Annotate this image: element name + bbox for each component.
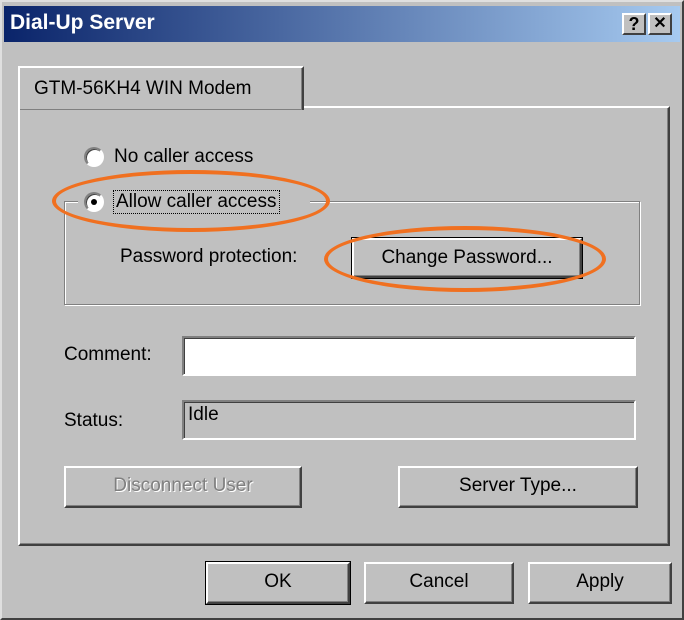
no-caller-access-label[interactable]: No caller access bbox=[114, 146, 253, 168]
ok-button[interactable]: OK bbox=[205, 561, 351, 605]
close-button[interactable]: ✕ bbox=[648, 13, 672, 35]
tab-modem-label: GTM-56KH4 WIN Modem bbox=[34, 78, 252, 99]
annotation-oval-change-password bbox=[324, 226, 606, 292]
dial-up-server-dialog: Dial-Up Server ? ✕ GTM-56KH4 WIN Modem N… bbox=[0, 0, 684, 620]
server-type-button[interactable]: Server Type... bbox=[398, 466, 638, 508]
title-bar[interactable]: Dial-Up Server ? ✕ bbox=[4, 6, 680, 42]
annotation-oval-allow-access bbox=[52, 170, 330, 232]
apply-button[interactable]: Apply bbox=[528, 562, 672, 604]
password-protection-label: Password protection: bbox=[120, 246, 298, 267]
cancel-button[interactable]: Cancel bbox=[364, 562, 514, 604]
comment-label: Comment: bbox=[64, 344, 152, 365]
no-caller-access-radio[interactable] bbox=[84, 147, 104, 167]
window-title: Dial-Up Server bbox=[10, 11, 155, 34]
status-field: Idle bbox=[182, 400, 636, 440]
status-value: Idle bbox=[188, 404, 219, 425]
help-button[interactable]: ? bbox=[622, 13, 646, 35]
comment-input[interactable] bbox=[182, 336, 636, 376]
tab-modem[interactable]: GTM-56KH4 WIN Modem bbox=[18, 66, 304, 110]
status-label: Status: bbox=[64, 410, 124, 431]
disconnect-user-button[interactable]: Disconnect User bbox=[64, 466, 302, 508]
